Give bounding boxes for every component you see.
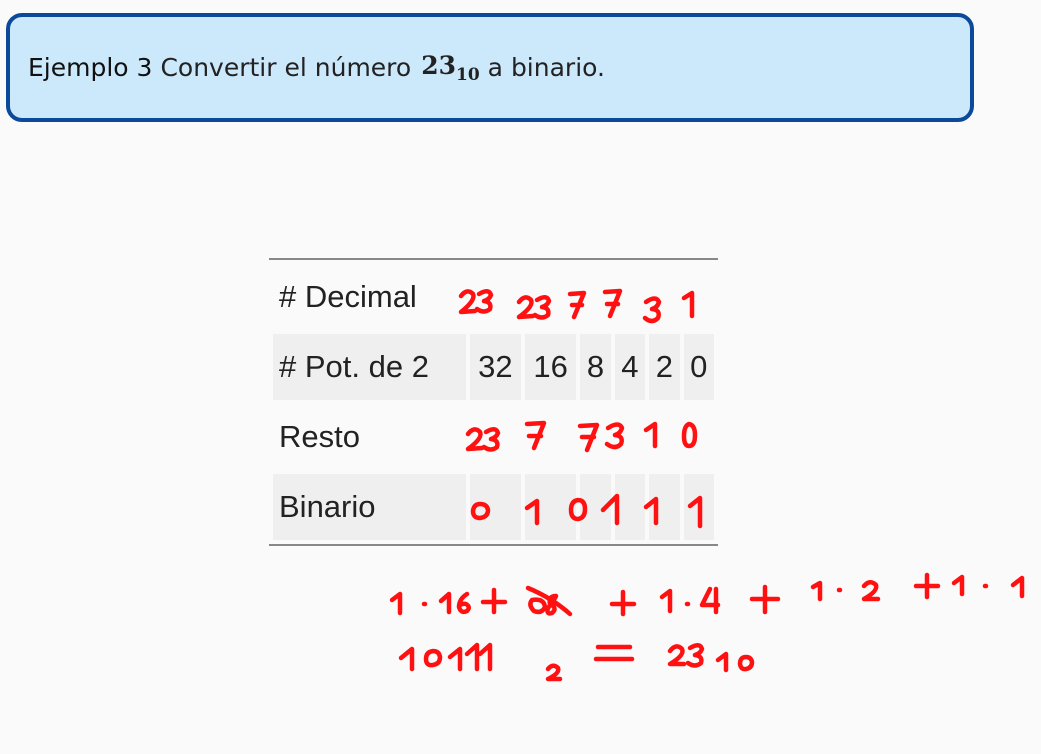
table-cell bbox=[649, 474, 680, 540]
table-cell bbox=[525, 474, 577, 540]
row-header-powers: # Pot. de 2 bbox=[273, 334, 466, 400]
table-cell bbox=[649, 404, 679, 470]
table-cell: 4 bbox=[614, 334, 646, 400]
table-row: # Pot. de 2 32 16 8 4 2 0 bbox=[273, 334, 714, 400]
conversion-table-wrap: # Decimal # Pot. de 2 32 16 8 4 2 0 Rest… bbox=[269, 258, 718, 546]
example-text-before: Convertir el número bbox=[160, 53, 412, 82]
table-row: Binario bbox=[273, 474, 714, 540]
row-header-resto: Resto bbox=[279, 419, 360, 454]
example-label: Ejemplo 3 bbox=[28, 53, 153, 82]
table-row: # Decimal bbox=[273, 264, 714, 330]
table-cell: 16 bbox=[525, 334, 577, 400]
table-cell bbox=[614, 474, 646, 540]
handwritten-result-line bbox=[398, 642, 755, 682]
table-cell bbox=[470, 264, 521, 330]
example-base: 10 bbox=[456, 64, 480, 85]
table-cell bbox=[684, 264, 714, 330]
table-cell bbox=[580, 404, 610, 470]
example-number: 2310 bbox=[421, 50, 480, 85]
row-header-binario: Binario bbox=[273, 474, 466, 540]
conversion-table: # Decimal # Pot. de 2 32 16 8 4 2 0 Rest… bbox=[269, 258, 718, 546]
table-cell bbox=[615, 264, 645, 330]
table-cell bbox=[684, 404, 714, 470]
table-cell bbox=[649, 264, 679, 330]
table-cell bbox=[580, 474, 611, 540]
table-cell: 8 bbox=[580, 334, 611, 400]
table-cell bbox=[615, 404, 645, 470]
table-cell bbox=[469, 474, 522, 540]
example-box: Ejemplo 3 Convertir el número 2310 a bin… bbox=[6, 13, 974, 122]
table-cell bbox=[580, 264, 610, 330]
table-cell: 0 bbox=[683, 334, 714, 400]
table-cell: 2 bbox=[649, 334, 680, 400]
example-text-after: a binario. bbox=[487, 53, 605, 82]
handwritten-sum-line bbox=[389, 572, 1025, 617]
table-row: Resto bbox=[273, 404, 714, 470]
table-cell bbox=[525, 404, 576, 470]
table-cell bbox=[683, 474, 714, 540]
table-cell bbox=[470, 404, 521, 470]
table-cell bbox=[525, 264, 576, 330]
table-cell: 32 bbox=[469, 334, 522, 400]
row-header-decimal: # Decimal bbox=[279, 279, 417, 314]
